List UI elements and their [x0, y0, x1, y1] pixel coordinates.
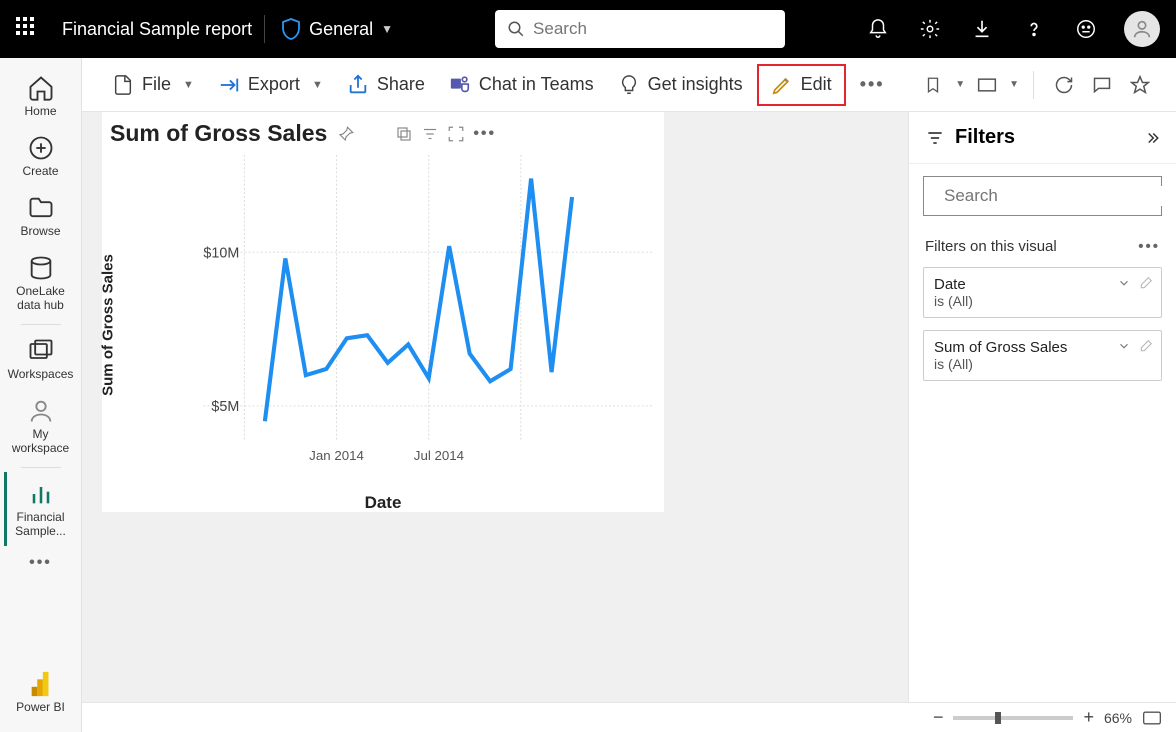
edit-button[interactable]: Edit [757, 64, 846, 106]
notifications-icon[interactable] [858, 9, 898, 49]
y-tick: $5M [211, 399, 239, 415]
chevron-down-icon: ▼ [183, 79, 194, 91]
y-tick: $10M [203, 245, 239, 261]
nav-financial-sample[interactable]: Financial Sample... [4, 472, 74, 546]
search-input[interactable] [533, 19, 773, 39]
zoom-in-button[interactable]: + [1083, 707, 1094, 728]
filter-card-sub: is (All) [934, 356, 1151, 372]
pin-icon[interactable] [337, 125, 355, 143]
feedback-icon[interactable] [1066, 9, 1106, 49]
nav-label: My workspace [6, 427, 76, 455]
chevron-down-icon[interactable]: ▼ [955, 79, 965, 90]
filter-card-date[interactable]: Date is (All) [923, 267, 1162, 318]
chart-plot: $10M $5M Jan 2014 Jul 2014 [142, 155, 654, 462]
export-menu[interactable]: Export ▼ [208, 68, 333, 102]
chevron-down-icon: ▼ [312, 79, 323, 91]
x-tick: Jan 2014 [309, 448, 364, 462]
eraser-icon[interactable] [1139, 276, 1153, 290]
nav-label: Workspaces [8, 367, 74, 381]
nav-browse[interactable]: Browse [6, 186, 76, 246]
file-label: File [142, 74, 171, 95]
nav-label: Home [24, 104, 56, 118]
user-avatar[interactable] [1124, 11, 1160, 47]
zoom-level: 66% [1104, 710, 1132, 726]
filter-icon[interactable] [421, 125, 439, 143]
line-chart-visual[interactable]: Sum of Gross Sales ••• Sum of Gross Sale… [102, 112, 664, 512]
nav-myworkspace[interactable]: My workspace [6, 389, 76, 463]
nav-label: Financial Sample... [7, 510, 74, 538]
edit-label: Edit [801, 74, 832, 95]
nav-more[interactable]: ••• [6, 546, 76, 580]
focus-icon[interactable] [447, 125, 465, 143]
view-dropdown[interactable] [971, 69, 1003, 101]
global-search[interactable] [495, 10, 785, 48]
comment-button[interactable] [1086, 69, 1118, 101]
filters-title: Filters [955, 126, 1132, 149]
filter-card-sub: is (All) [934, 293, 1151, 309]
chevron-down-icon[interactable] [1117, 276, 1131, 290]
x-tick: Jul 2014 [414, 448, 464, 462]
more-icon[interactable]: ••• [1138, 238, 1160, 255]
sensitivity-label: General [309, 19, 373, 40]
chevron-down-icon[interactable]: ▼ [1009, 79, 1019, 90]
divider [264, 15, 265, 43]
zoom-slider[interactable] [953, 716, 1073, 720]
nav-home[interactable]: Home [6, 66, 76, 126]
search-icon [507, 20, 525, 38]
zoom-out-button[interactable]: − [933, 707, 944, 728]
nav-label: Browse [20, 224, 60, 238]
filter-card-gross-sales[interactable]: Sum of Gross Sales is (All) [923, 330, 1162, 381]
more-icon[interactable]: ••• [473, 125, 496, 143]
filters-search[interactable] [923, 176, 1162, 216]
app-launcher-icon[interactable] [16, 17, 40, 41]
help-icon[interactable] [1014, 9, 1054, 49]
filter-section-title: Filters on this visual [925, 238, 1057, 255]
nav-label: Power BI [16, 700, 65, 714]
y-axis-title: Sum of Gross Sales [100, 254, 117, 396]
command-bar: File ▼ Export ▼ Share T Chat in Teams Ge… [82, 58, 1176, 112]
filters-pane: Filters Filters on this visual ••• Date … [908, 112, 1176, 702]
visual-title: Sum of Gross Sales [110, 120, 327, 147]
filters-search-input[interactable] [944, 186, 1165, 206]
report-title: Financial Sample report [62, 19, 252, 40]
refresh-button[interactable] [1048, 69, 1080, 101]
eraser-icon[interactable] [1139, 339, 1153, 353]
settings-icon[interactable] [910, 9, 950, 49]
nav-create[interactable]: Create [6, 126, 76, 186]
nav-label: Create [22, 164, 58, 178]
more-menu[interactable]: ••• [850, 68, 895, 101]
chevron-down-icon: ▼ [381, 22, 393, 36]
collapse-icon[interactable] [1142, 129, 1160, 147]
x-axis-title: Date [102, 493, 664, 513]
filter-icon [925, 128, 945, 148]
svg-text:T: T [454, 78, 459, 87]
left-nav: Home Create Browse OneLake data hub Work… [0, 58, 82, 732]
sensitivity-dropdown[interactable]: General ▼ [281, 18, 393, 40]
report-canvas[interactable]: Sum of Gross Sales ••• Sum of Gross Sale… [82, 112, 908, 702]
share-button[interactable]: Share [337, 68, 435, 102]
nav-workspaces[interactable]: Workspaces [6, 329, 76, 389]
nav-onelake[interactable]: OneLake data hub [6, 246, 76, 320]
status-bar: − + 66% [82, 702, 1176, 732]
share-label: Share [377, 74, 425, 95]
top-header: Financial Sample report General ▼ [0, 0, 1176, 58]
download-icon[interactable] [962, 9, 1002, 49]
more-icon: ••• [860, 74, 885, 95]
nav-label: OneLake data hub [6, 284, 76, 312]
chat-teams-button[interactable]: T Chat in Teams [439, 68, 604, 102]
more-icon: ••• [29, 554, 52, 572]
copy-icon[interactable] [395, 125, 413, 143]
chevron-down-icon[interactable] [1117, 339, 1131, 353]
insights-button[interactable]: Get insights [608, 68, 753, 102]
fit-page-icon[interactable] [1142, 710, 1162, 726]
export-label: Export [248, 74, 300, 95]
bookmark-dropdown[interactable] [917, 69, 949, 101]
file-menu[interactable]: File ▼ [102, 68, 204, 102]
chat-label: Chat in Teams [479, 74, 594, 95]
nav-powerbi[interactable]: Power BI [6, 662, 76, 722]
insights-label: Get insights [648, 74, 743, 95]
favorite-button[interactable] [1124, 69, 1156, 101]
shield-icon [281, 18, 301, 40]
